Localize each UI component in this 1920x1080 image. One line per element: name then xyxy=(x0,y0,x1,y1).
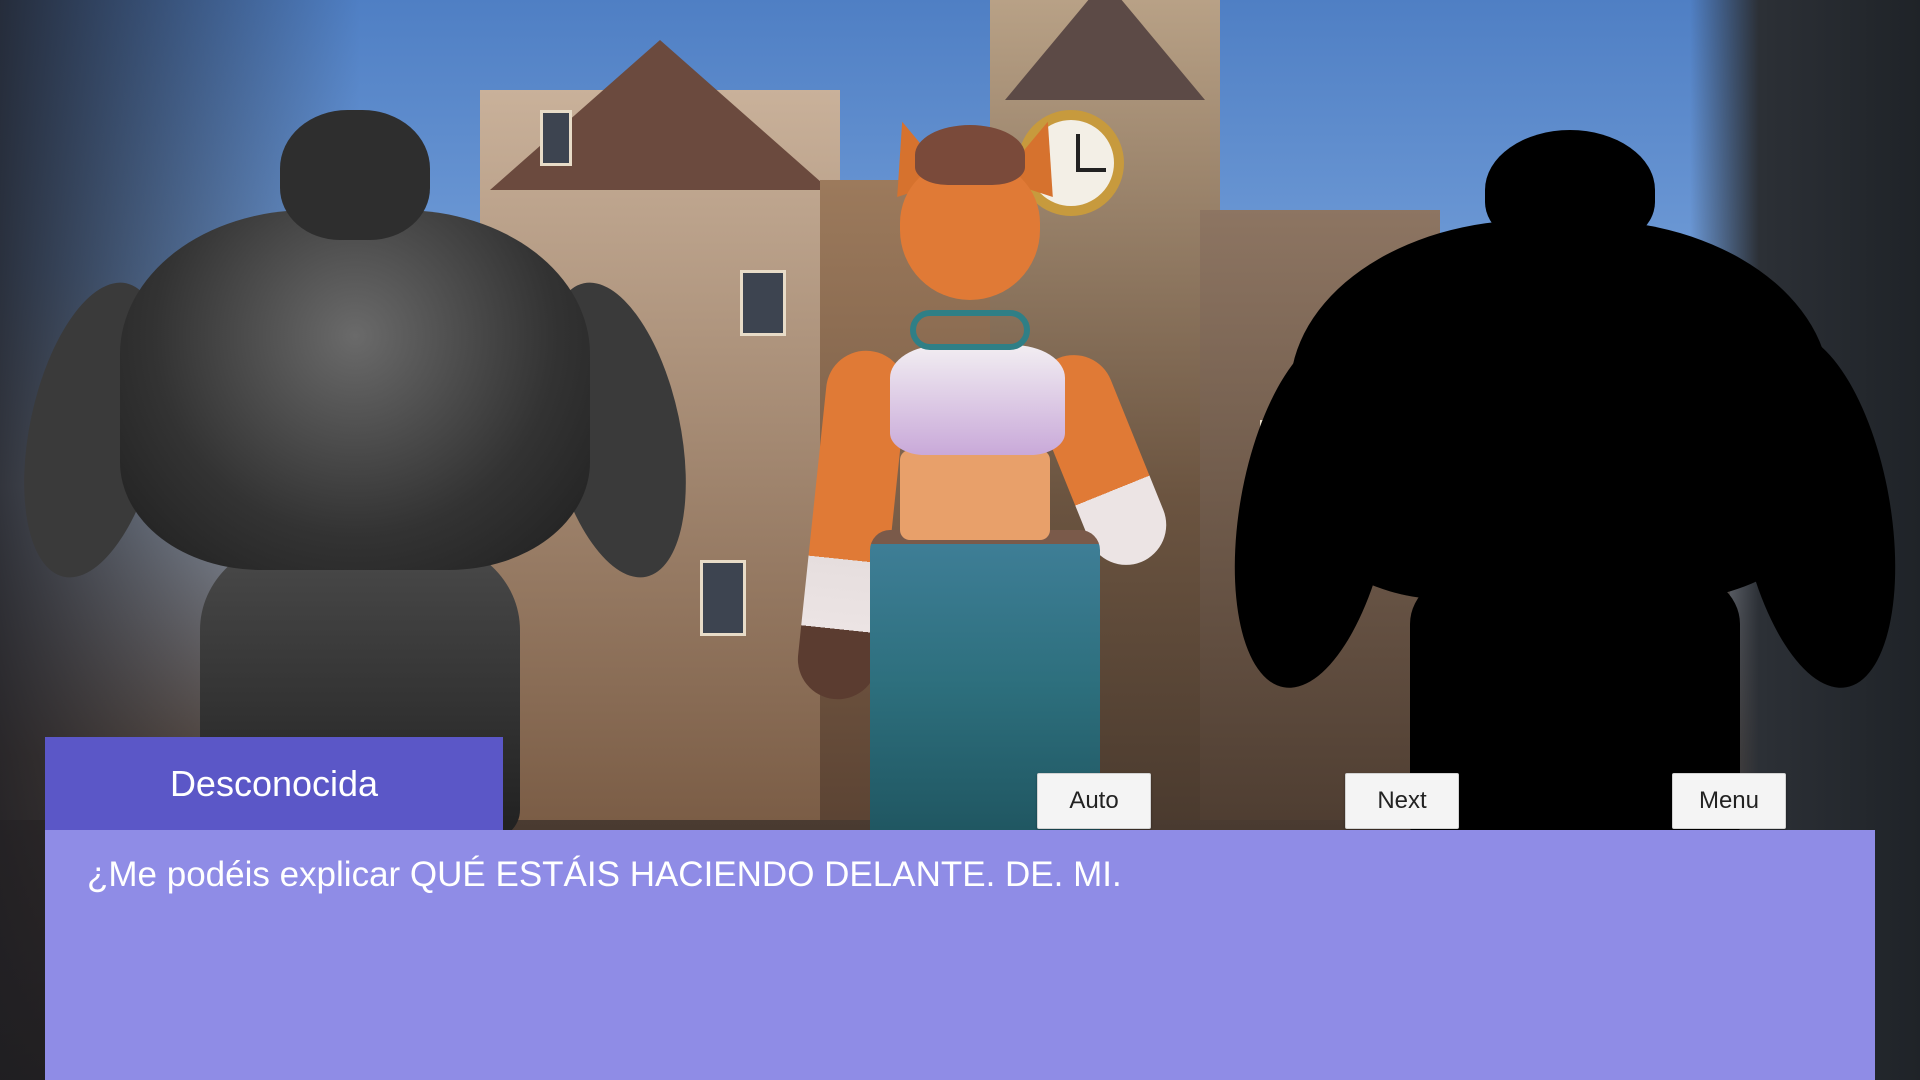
auto-button[interactable]: Auto xyxy=(1037,773,1151,829)
window xyxy=(700,560,746,636)
character-lynx-woman xyxy=(790,110,1179,840)
tower-roof xyxy=(1005,0,1205,100)
speaker-name-box: Desconocida xyxy=(45,737,503,830)
dialogue-box[interactable]: ¿Me podéis explicar QUÉ ESTÁIS HACIENDO … xyxy=(45,830,1875,1080)
menu-button[interactable]: Menu xyxy=(1672,773,1786,829)
speaker-name: Desconocida xyxy=(169,762,379,804)
next-button[interactable]: Next xyxy=(1345,773,1459,829)
window xyxy=(740,270,786,336)
character-grey-figure xyxy=(0,100,710,840)
dialogue-text: ¿Me podéis explicar QUÉ ESTÁIS HACIENDO … xyxy=(87,855,1122,894)
character-silhouette xyxy=(1209,130,1920,840)
